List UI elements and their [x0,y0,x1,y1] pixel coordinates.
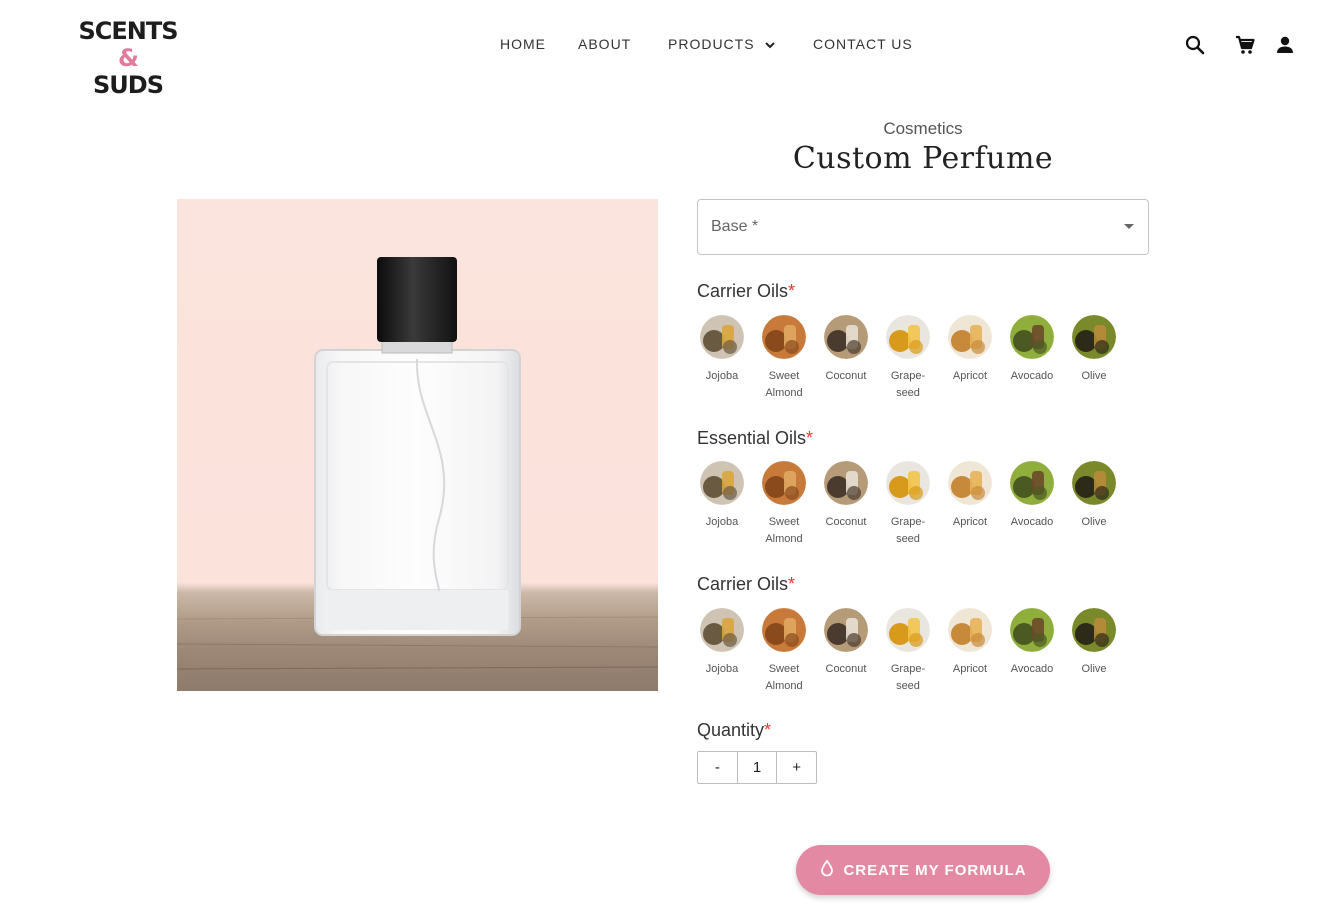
quantity-label: Quantity* [697,720,772,740]
avocado-oil-icon [1010,461,1054,505]
oil-option-label: Olive [1081,370,1107,382]
oil-option[interactable]: Olive [1069,608,1119,678]
product-category: Cosmetics [883,119,963,138]
jojoba-oil-icon [700,608,744,652]
oil-option-label: Coconut [825,516,867,528]
nav-contact-us[interactable]: CONTACT US [813,36,913,52]
avocado-oil-icon [1010,608,1054,652]
carrier-oils-options: Jojoba Sweet Almond Coconut Grape-seed Aprico… [697,315,1137,405]
oil-option-label: Jojoba [705,663,739,675]
carrier-oils-2-options: Jojoba Sweet Almond Coconut Grape-seed Aprico… [697,608,1137,698]
dropdown-arrow-icon [1124,224,1134,229]
jojoba-oil-icon [700,461,744,505]
oil-option-label: Grape-seed [890,663,926,692]
logo-text-suds: SUDS [93,71,164,99]
oil-option-label: Coconut [825,663,867,675]
oil-option[interactable]: Jojoba [697,315,747,385]
account-icon[interactable] [1274,34,1296,56]
sweet-almond-oil-icon [762,608,806,652]
nav-about[interactable]: ABOUT [578,36,631,52]
quantity-input[interactable]: 1 [736,752,778,783]
oil-option[interactable]: Apricot [945,461,995,531]
oil-option[interactable]: Olive [1069,315,1119,385]
sweet-almond-oil-icon [762,315,806,359]
coconut-oil-icon [824,608,868,652]
oil-option-label: Coconut [825,370,867,382]
oil-option-label: Grape-seed [890,370,926,399]
cart-icon[interactable] [1234,34,1256,56]
oil-option-label: Avocado [1010,663,1054,675]
oil-option[interactable]: Jojoba [697,461,747,531]
oil-option[interactable]: Avocado [1007,461,1057,531]
oil-option[interactable]: Sweet Almond [759,608,809,695]
oil-option[interactable]: Coconut [821,461,871,531]
quantity-decrement-button[interactable]: - [698,752,737,783]
grapeseed-oil-icon [886,608,930,652]
nav-home[interactable]: HOME [500,36,546,52]
create-my-formula-button[interactable]: CREATE MY FORMULA [796,845,1050,895]
grapeseed-oil-icon [886,315,930,359]
oil-option[interactable]: Sweet Almond [759,315,809,402]
oil-option-label: Sweet Almond [765,370,803,399]
product-title: Custom Perfume [792,141,1054,176]
oil-option[interactable]: Sweet Almond [759,461,809,548]
create-my-formula-label: CREATE MY FORMULA [843,861,1027,879]
search-icon[interactable] [1184,34,1206,56]
main-nav: HOME ABOUT PRODUCTS CONTACT US [0,36,1330,56]
quantity-stepper: - 1 + [697,751,817,784]
section-title-carrier-oils: Carrier Oils* [697,281,796,301]
grapeseed-oil-icon [886,461,930,505]
oil-option[interactable]: Jojoba [697,608,747,678]
essential-oils-options: Jojoba Sweet Almond Coconut Grape-seed Aprico… [697,461,1137,551]
chevron-down-icon [763,38,777,55]
oil-option-label: Sweet Almond [765,516,803,545]
section-title-carrier-oils-2: Carrier Oils* [697,574,796,594]
oil-option-label: Sweet Almond [765,663,803,692]
oil-option[interactable]: Coconut [821,315,871,385]
avocado-oil-icon [1010,315,1054,359]
apricot-oil-icon [948,461,992,505]
olive-oil-icon [1072,315,1116,359]
oil-option[interactable]: Grape-seed [883,315,933,402]
oil-option-label: Apricot [952,663,988,675]
nav-products-label: PRODUCTS [668,36,755,52]
oil-option-label: Grape-seed [890,516,926,545]
olive-oil-icon [1072,608,1116,652]
oil-option-label: Avocado [1010,370,1054,382]
oil-option-label: Jojoba [705,370,739,382]
sweet-almond-oil-icon [762,461,806,505]
base-select-label: Base * [711,218,759,235]
coconut-oil-icon [824,461,868,505]
oil-option[interactable]: Olive [1069,461,1119,531]
section-title-essential-oils: Essential Oils* [697,428,814,448]
coconut-oil-icon [824,315,868,359]
oil-option[interactable]: Avocado [1007,608,1057,678]
oil-option[interactable]: Grape-seed [883,461,933,548]
oil-option-label: Jojoba [705,516,739,528]
quantity-increment-button[interactable]: + [777,752,816,783]
oil-option[interactable]: Avocado [1007,315,1057,385]
oil-option[interactable]: Grape-seed [883,608,933,695]
oil-option-label: Avocado [1010,516,1054,528]
jojoba-oil-icon [700,315,744,359]
oil-option[interactable]: Coconut [821,608,871,678]
apricot-oil-icon [948,315,992,359]
nav-products[interactable]: PRODUCTS [668,36,777,55]
oil-option-label: Olive [1081,663,1107,675]
oil-option-label: Olive [1081,516,1107,528]
oil-option[interactable]: Apricot [945,608,995,678]
site-logo[interactable]: SCENTS & SUDS [66,18,196,99]
apricot-oil-icon [948,608,992,652]
droplet-icon [819,858,835,882]
base-select[interactable]: Base * [697,199,1149,255]
oil-option-label: Apricot [952,516,988,528]
oil-option-label: Apricot [952,370,988,382]
oil-option[interactable]: Apricot [945,315,995,385]
olive-oil-icon [1072,461,1116,505]
product-image-perfume-bottle [177,199,658,691]
